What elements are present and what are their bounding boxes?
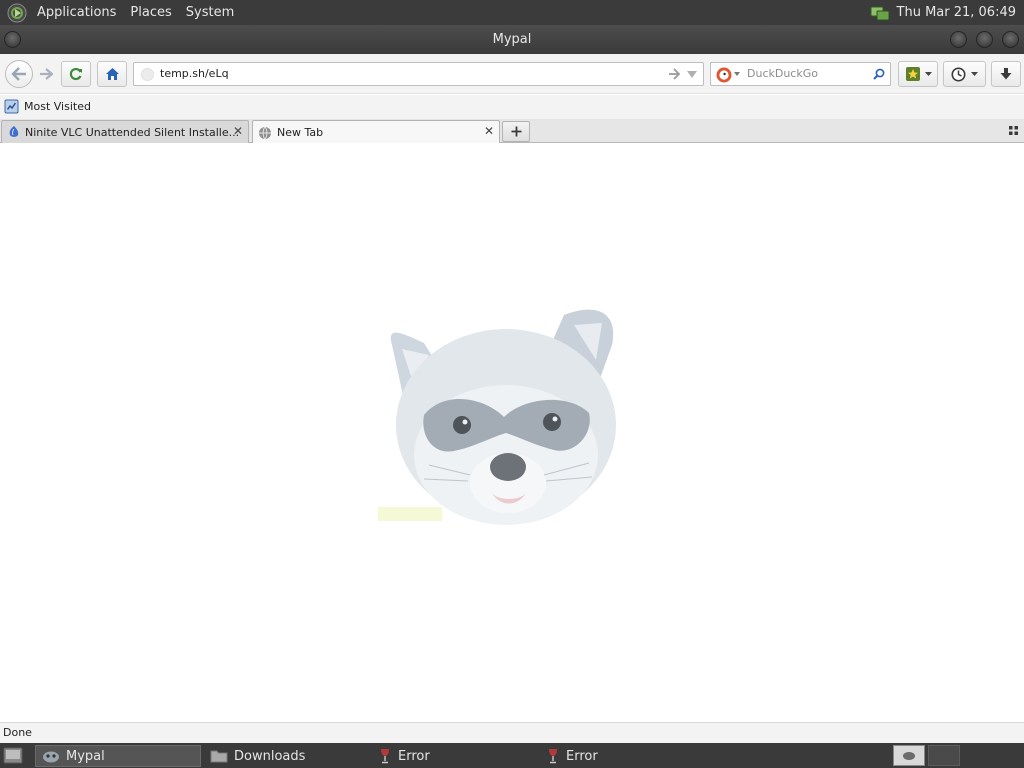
search-bar[interactable]: DuckDuckGo [710, 62, 891, 86]
engine-dropdown-icon[interactable] [734, 72, 740, 76]
forward-arrow-icon [40, 68, 53, 80]
tab-label: New Tab [277, 126, 324, 139]
top-panel-tray: Thu Mar 21, 06:49 [869, 3, 1024, 23]
wine-glass-icon [378, 748, 392, 764]
chevron-down-icon [924, 72, 932, 76]
back-arrow-icon [11, 67, 26, 81]
status-text: Done [3, 726, 32, 739]
bookmarks-menu-button[interactable] [898, 61, 938, 87]
wine-glass-icon [546, 748, 560, 764]
url-bar[interactable]: temp.sh/eLq [133, 62, 704, 86]
menu-applications[interactable]: Applications [30, 0, 123, 25]
bookmark-most-visited[interactable]: Most Visited [4, 99, 91, 114]
menu-system[interactable]: System [179, 0, 241, 25]
close-tab-icon[interactable]: ✕ [233, 124, 243, 138]
window-titlebar[interactable]: Mypal [0, 25, 1024, 54]
ninite-favicon-icon [9, 126, 19, 137]
page-content [0, 143, 1024, 722]
duckduckgo-engine-icon[interactable] [716, 67, 732, 83]
status-bar: Done [0, 722, 1024, 743]
workspace-switcher[interactable] [893, 745, 925, 766]
go-arrow-icon[interactable] [668, 68, 680, 80]
task-label: Error [398, 748, 430, 764]
bookmarks-toolbar: Most Visited [0, 95, 1024, 119]
mypal-app-icon [42, 749, 60, 763]
reload-icon [69, 67, 82, 81]
most-visited-folder-icon [4, 99, 19, 114]
window-title: Mypal [492, 32, 532, 47]
site-identity-icon[interactable] [141, 68, 154, 81]
history-button[interactable] [943, 61, 986, 87]
folder-icon [210, 749, 228, 763]
clock-icon [951, 67, 966, 81]
minimize-icon[interactable] [950, 31, 967, 48]
network-icon[interactable] [869, 3, 891, 23]
all-tabs-grid-icon[interactable] [1009, 126, 1018, 135]
close-window-icon[interactable] [1002, 31, 1019, 48]
raccoon-image [378, 309, 616, 525]
clock[interactable]: Thu Mar 21, 06:49 [891, 5, 1020, 20]
applications-logo-icon[interactable] [6, 2, 28, 24]
top-menu: Applications Places System [0, 0, 241, 25]
globe-icon [259, 126, 271, 139]
taskbar-item-error[interactable]: Error [372, 745, 538, 767]
taskbar-item-mypal[interactable]: Mypal [35, 745, 201, 767]
tab-strip: Ninite VLC Unattended Silent Installe...… [0, 119, 1024, 144]
task-label: Downloads [234, 748, 306, 764]
show-desktop-icon[interactable] [3, 746, 23, 765]
new-tab-button[interactable] [502, 121, 530, 142]
workspace-2[interactable] [928, 745, 960, 766]
back-button[interactable] [5, 60, 33, 88]
taskbar-item-downloads[interactable]: Downloads [204, 745, 370, 767]
bottom-panel: Mypal Downloads Error Error [0, 743, 1024, 768]
reload-button[interactable] [61, 61, 91, 87]
navigation-toolbar: temp.sh/eLq DuckDuckGo [0, 54, 1024, 94]
task-label: Error [566, 748, 598, 764]
menu-places[interactable]: Places [123, 0, 178, 25]
search-icon[interactable] [873, 68, 885, 80]
tab-ninite[interactable]: Ninite VLC Unattended Silent Installe...… [1, 120, 249, 143]
taskbar-item-error[interactable]: Error [540, 745, 706, 767]
maximize-icon[interactable] [976, 31, 993, 48]
home-button[interactable] [97, 61, 127, 87]
tab-label: Ninite VLC Unattended Silent Installe... [25, 125, 240, 139]
bookmark-star-icon [905, 67, 920, 81]
tab-new-tab[interactable]: New Tab ✕ [252, 120, 500, 144]
workspace-window-icon [903, 752, 915, 760]
url-text[interactable]: temp.sh/eLq [160, 63, 229, 85]
close-tab-icon[interactable]: ✕ [484, 124, 494, 138]
forward-button[interactable] [34, 61, 58, 87]
top-panel: Applications Places System Thu Mar 21, 0… [0, 0, 1024, 25]
task-label: Mypal [66, 748, 105, 764]
downloads-button[interactable] [991, 61, 1021, 87]
chevron-down-icon [971, 72, 978, 76]
plus-icon [511, 126, 521, 137]
bookmark-label: Most Visited [24, 100, 91, 113]
download-arrow-icon [1000, 68, 1012, 80]
home-icon [105, 68, 119, 80]
history-dropdown-icon[interactable] [687, 71, 697, 78]
search-placeholder[interactable]: DuckDuckGo [747, 63, 818, 85]
